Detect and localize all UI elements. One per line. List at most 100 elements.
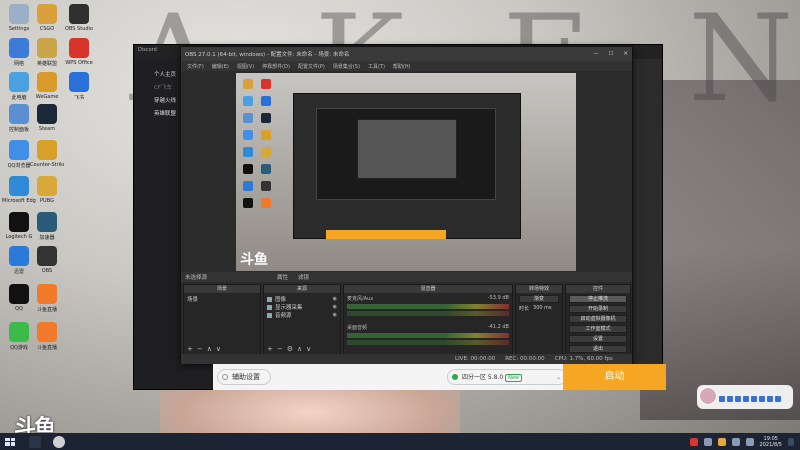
eye-icon[interactable]: ◉	[333, 312, 337, 318]
controls-dock: 控件 停止推流 开始录制 启动虚拟摄像机 工作室模式 设置 退出	[565, 284, 631, 356]
desktop-icon-net-tool[interactable]: 加速器	[30, 212, 64, 241]
search-icon[interactable]	[29, 435, 41, 448]
desktop-icon-label: 斗鱼直播	[36, 345, 57, 351]
filters-button[interactable]: 滤镜	[298, 273, 309, 281]
eye-icon[interactable]: ◉	[333, 296, 337, 302]
app-icon	[9, 38, 29, 58]
mixer-header: 混音器	[344, 285, 512, 293]
app-icon	[9, 284, 29, 304]
avatar	[699, 387, 717, 405]
network-icon[interactable]	[731, 437, 740, 446]
mixer-channel-name: 麦克风/Aux	[347, 296, 374, 302]
clock[interactable]: 19:05 2021/8/5	[760, 436, 782, 448]
obs-taskbar-icon[interactable]	[53, 435, 65, 448]
desktop-icon-lol[interactable]: 英雄联盟	[30, 38, 64, 67]
source-item[interactable]: 图像 ◉	[267, 295, 337, 303]
mixer-dock: 混音器 麦克风/Aux -53.9 dB 桌面音频 -41.2 dB	[343, 284, 513, 356]
client-nav: 个人主页 CF飞车 穿越火线 英雄联盟	[138, 69, 182, 121]
start-menu-button[interactable]	[3, 436, 17, 448]
menu-scene-collection[interactable]: 场景集合(S)	[333, 63, 360, 70]
app-icon	[37, 284, 57, 304]
app-icon	[37, 246, 57, 266]
desktop-icon-label: 英雄联盟	[36, 61, 57, 67]
image-icon	[267, 296, 272, 302]
menu-view[interactable]: 视图(V)	[237, 63, 254, 70]
source-item[interactable]: 显示器采集 ◉	[267, 303, 337, 311]
sources-toolbar[interactable]: +−⚙∧∨	[267, 345, 315, 353]
rec-status: REC: 00:00:00	[505, 356, 545, 362]
desktop-icon-douyu[interactable]: 斗鱼直播	[30, 284, 64, 313]
volume-slider[interactable]	[347, 311, 509, 316]
desktop-icon-csgo-wanmei[interactable]: Counter-Strike	[30, 140, 64, 168]
obs-title: OBS 27.0.1 (64-bit, windows) - 配置文件: 未命名…	[185, 52, 350, 58]
app-icon	[9, 246, 29, 266]
desktop-icon-pubg[interactable]: PUBG	[30, 176, 64, 204]
minimize-icon[interactable]: —	[593, 51, 599, 57]
start-button[interactable]: 启动	[563, 364, 666, 390]
assist-settings-button[interactable]: 辅助设置	[217, 369, 271, 385]
desktop-icon-steam[interactable]: Steam	[30, 104, 64, 132]
desktop-icon-obs[interactable]: OBS Studio	[62, 4, 96, 32]
preview-nested-preview	[316, 108, 496, 200]
clock-date: 2021/8/5	[759, 441, 782, 448]
scene-item[interactable]: 场景	[187, 295, 257, 303]
version-select[interactable]: 四分一区 5.8.0 New ⌄	[447, 369, 567, 385]
client-nav-item[interactable]: 穿越火线	[138, 95, 182, 108]
settings-button[interactable]: 设置	[569, 335, 627, 343]
speaker-icon	[267, 312, 272, 318]
virtual-camera-button[interactable]: 启动虚拟摄像机	[569, 315, 627, 323]
volume-icon[interactable]	[745, 437, 754, 446]
notification-icon[interactable]	[788, 437, 794, 446]
desktop-icon-wegame[interactable]: WeGame	[30, 72, 64, 100]
desktop-icon-csgo[interactable]: CSGO	[30, 4, 64, 32]
volume-slider[interactable]	[347, 340, 509, 345]
status-dot-icon	[452, 374, 458, 380]
app-icon	[37, 104, 57, 124]
desktop-icon-app[interactable]: 飞书	[62, 72, 96, 101]
tray-app-icon[interactable]	[689, 437, 698, 446]
close-icon[interactable]: ✕	[623, 51, 628, 57]
obs-preview[interactable]: 斗鱼	[236, 73, 576, 271]
start-recording-button[interactable]: 开始录制	[569, 305, 627, 313]
menu-file[interactable]: 文件(F)	[187, 63, 204, 70]
desktop-icon-douyu2[interactable]: 斗鱼直播	[30, 322, 64, 351]
app-icon	[69, 72, 89, 92]
tray-app-icon[interactable]	[703, 437, 712, 446]
desktop-icon-wps[interactable]: WPS Office	[62, 38, 96, 66]
tray-app-icon[interactable]	[717, 437, 726, 446]
menu-edit[interactable]: 编辑(E)	[212, 63, 229, 70]
app-icon	[37, 4, 57, 24]
app-icon	[37, 38, 57, 58]
radio-icon	[222, 374, 228, 380]
app-icon	[9, 212, 29, 232]
transitions-dock: 转场特效 渐变 时长 300 ms	[515, 284, 563, 356]
studio-mode-button[interactable]: 工作室模式	[569, 325, 627, 333]
source-item[interactable]: 音频源 ◉	[267, 311, 337, 319]
menu-help[interactable]: 帮助(H)	[393, 63, 411, 70]
transition-select[interactable]: 渐变	[519, 295, 559, 303]
scenes-toolbar[interactable]: +−∧∨	[187, 345, 225, 353]
eye-icon[interactable]: ◉	[333, 304, 337, 310]
source-name: 音频源	[275, 313, 292, 319]
client-nav-item[interactable]: CF飞车	[138, 82, 182, 95]
duration-label: 时长	[519, 306, 530, 312]
menu-tools[interactable]: 工具(T)	[368, 63, 385, 70]
desktop-icon-label: OBS	[41, 268, 53, 274]
client-nav-item[interactable]: 英雄联盟	[138, 108, 182, 121]
menu-profile[interactable]: 配置文件(P)	[298, 63, 325, 70]
stop-streaming-button[interactable]: 停止推流	[569, 295, 627, 303]
menu-docks[interactable]: 停靠部件(D)	[262, 63, 290, 70]
transitions-header: 转场特效	[516, 285, 562, 293]
exit-button[interactable]: 退出	[569, 345, 627, 353]
chevron-down-icon: ⌄	[555, 374, 561, 381]
client-right-panel	[630, 59, 662, 369]
properties-button[interactable]: 属性	[277, 273, 288, 281]
maximize-icon[interactable]: ☐	[608, 51, 613, 57]
desktop-icon-obs2[interactable]: OBS	[30, 246, 64, 274]
assist-settings-label: 辅助设置	[232, 373, 260, 381]
duration-input[interactable]: 300 ms	[533, 305, 552, 312]
sources-header: 来源	[264, 285, 340, 293]
client-nav-item[interactable]: 个人主页	[138, 69, 182, 82]
desktop-icon-label: 加速器	[39, 235, 55, 241]
app-icon	[37, 212, 57, 232]
